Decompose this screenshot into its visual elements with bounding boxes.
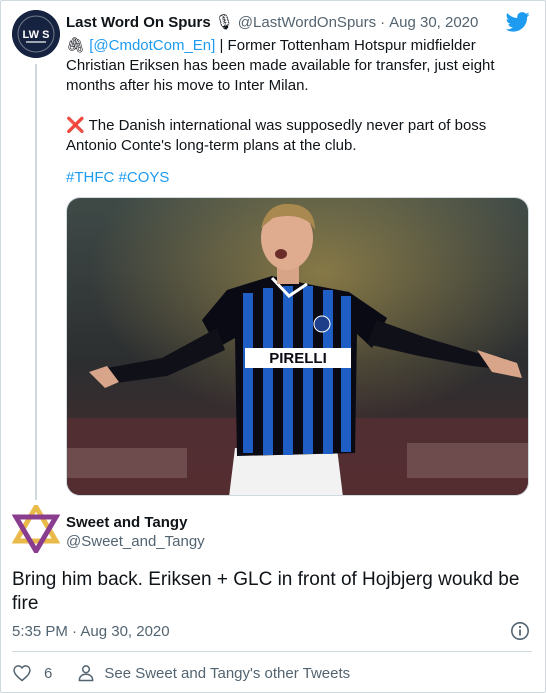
hashtag-coys[interactable]: #COYS: [119, 169, 170, 186]
avatar-logo-text: LW S: [23, 29, 50, 41]
thread-connector-line: [35, 64, 37, 500]
reply-author-name[interactable]: Sweet and Tangy: [66, 514, 187, 531]
other-tweets-link[interactable]: See Sweet and Tangy's other Tweets: [76, 663, 350, 683]
tweet-text-line2: The Danish international was supposedly …: [66, 117, 487, 154]
heart-icon: [13, 665, 31, 682]
author-handle[interactable]: @LastWordOnSpurs: [238, 14, 376, 31]
other-tweets-label: See Sweet and Tangy's other Tweets: [104, 664, 351, 682]
tweet-actions: 6 See Sweet and Tangy's other Tweets: [12, 660, 350, 686]
author-name[interactable]: Last Word On Spurs: [66, 14, 211, 31]
separator-dot: ·: [380, 13, 386, 31]
tweet-text: 🖇 [@CmdotCom_En] | Former Tottenham Hots…: [66, 36, 526, 156]
like-count: 6: [44, 664, 53, 682]
author-avatar[interactable]: LW S: [12, 10, 60, 58]
person-icon: [78, 665, 94, 682]
like-button[interactable]: 6: [12, 663, 52, 683]
paperclip-emoji: 🖇: [66, 37, 86, 54]
info-icon[interactable]: [510, 621, 530, 646]
twitter-bird-icon[interactable]: [505, 12, 530, 37]
actions-divider: [12, 651, 532, 652]
hashtag-thfc[interactable]: #THFC: [66, 169, 114, 186]
reply-text: Bring him back. Eriksen + GLC in front o…: [12, 569, 520, 614]
microphone-emoji: 🎙: [214, 14, 234, 31]
source-mention-link[interactable]: [@CmdotCom_En]: [89, 37, 215, 54]
reply-timestamp[interactable]: 5:35 PM · Aug 30, 2020: [12, 623, 170, 640]
reply-author-handle[interactable]: @Sweet_and_Tangy: [66, 533, 205, 550]
reply-author-avatar[interactable]: [11, 502, 61, 556]
tweet-photo[interactable]: PIRELLI: [66, 197, 529, 496]
tweet-header: Last Word On Spurs 🎙 @LastWordOnSpurs · …: [66, 13, 478, 32]
cross-mark-emoji: ❌: [66, 117, 85, 134]
hashtags: #THFC #COYS: [66, 168, 169, 188]
shirt-sponsor-text: PIRELLI: [269, 350, 327, 367]
tweet-date[interactable]: Aug 30, 2020: [389, 14, 478, 31]
